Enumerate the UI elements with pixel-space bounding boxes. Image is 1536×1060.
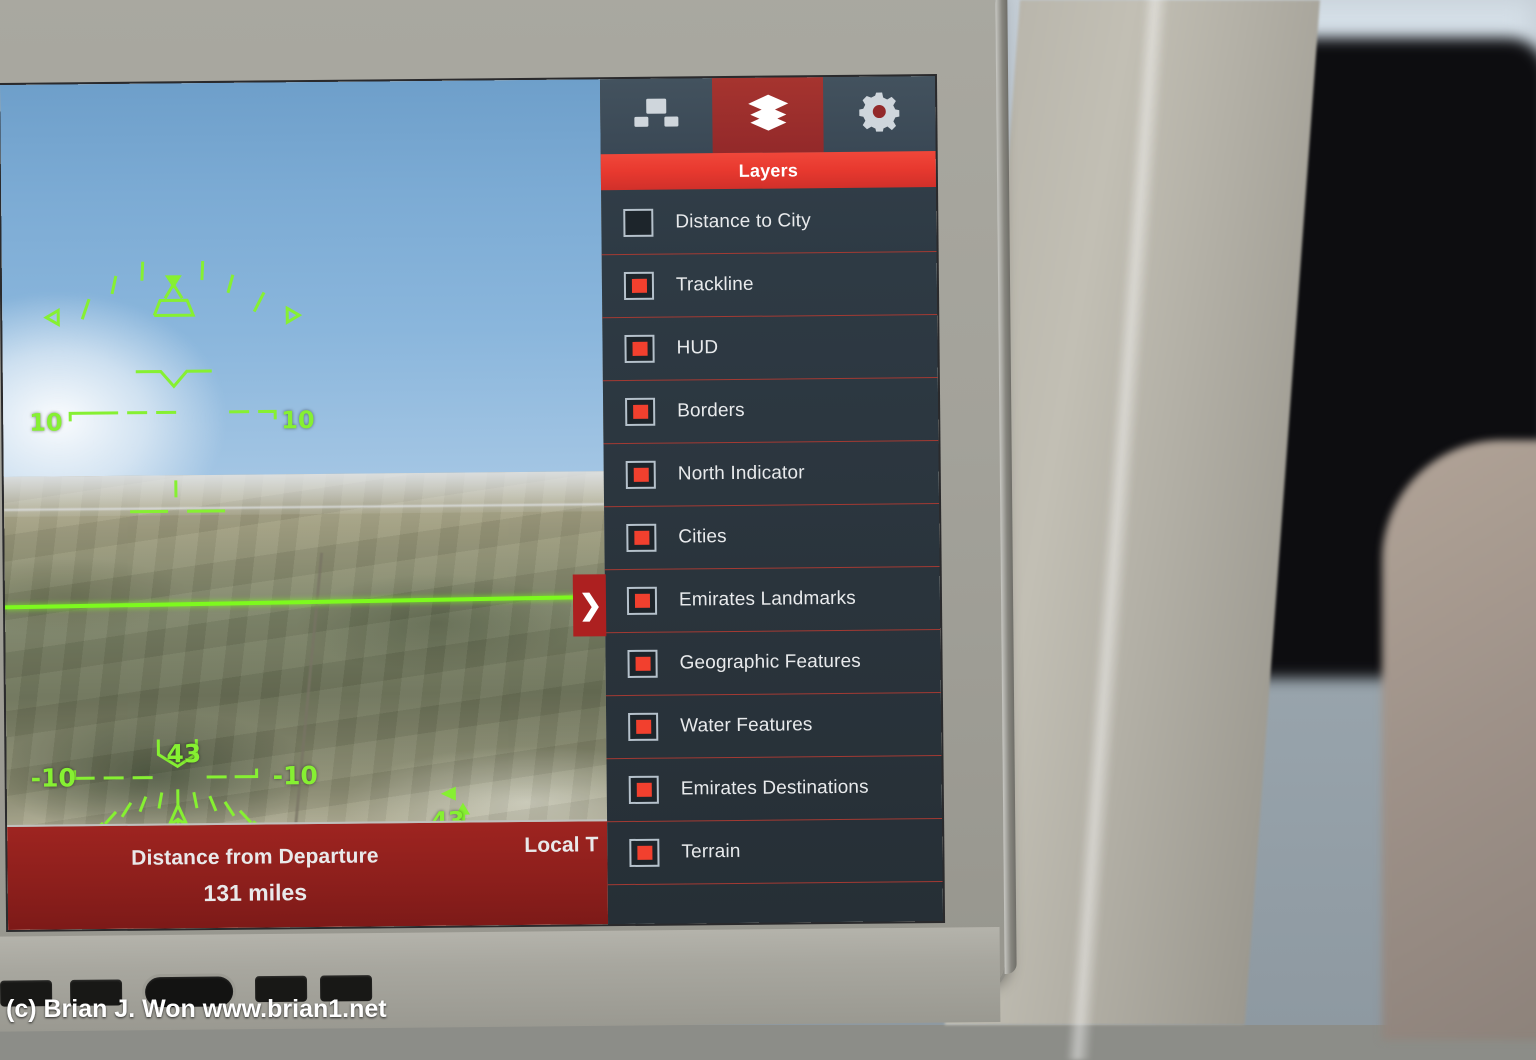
layer-label: Emirates Destinations (681, 777, 869, 801)
layer-checkbox[interactable] (624, 335, 654, 363)
layer-row[interactable]: Distance to City (601, 189, 937, 255)
layer-row[interactable]: Terrain (607, 819, 943, 885)
layer-row[interactable]: Geographic Features (605, 630, 941, 696)
layer-label: North Indicator (678, 462, 805, 485)
layer-checkbox[interactable] (628, 713, 658, 741)
panel-collapse-button[interactable]: ❯ (573, 574, 607, 636)
local-time-label: Local T (524, 833, 598, 858)
screens-icon (633, 95, 679, 136)
panel-title: Layers (601, 151, 936, 190)
flight-info-bar: Distance from Departure 131 miles Local … (7, 819, 608, 930)
layers-button[interactable] (712, 77, 824, 153)
layer-checkbox[interactable] (624, 272, 654, 300)
layer-checkbox[interactable] (625, 398, 655, 426)
distance-from-departure-block: Distance from Departure 131 miles (7, 822, 503, 930)
layer-row[interactable]: Emirates Landmarks (605, 567, 941, 633)
layers-panel[interactable]: Layers Distance to City Trackline HUD Borde… (600, 76, 943, 924)
layer-checkbox[interactable] (626, 461, 656, 489)
layer-label: Terrain (681, 841, 740, 864)
local-time-block: Local T (502, 821, 608, 925)
ife-screen[interactable]: 10 10 -10 -10 43 43 N 3 6 E 12 15 30 33 … (0, 76, 943, 930)
layer-row[interactable]: Borders (603, 378, 939, 444)
photo-watermark: (c) Brian J. Won www.brian1.net (6, 995, 387, 1024)
layer-row[interactable]: North Indicator (603, 441, 939, 507)
layer-checkbox[interactable] (627, 587, 657, 615)
layer-checkbox[interactable] (626, 524, 656, 552)
layer-label: Borders (677, 400, 745, 423)
moving-map-view[interactable]: 10 10 -10 -10 43 43 N 3 6 E 12 15 30 33 … (0, 79, 608, 930)
layers-stack-icon (747, 93, 789, 136)
layer-row[interactable]: Cities (604, 504, 940, 570)
layer-label: Water Features (680, 714, 813, 737)
panel-toolbar (600, 76, 936, 154)
layer-checkbox[interactable] (627, 650, 657, 678)
gear-icon (859, 91, 899, 136)
layer-row[interactable]: Emirates Destinations (606, 756, 942, 822)
layers-list: Distance to City Trackline HUD Borders North… (601, 187, 943, 924)
view-mode-button[interactable] (600, 78, 712, 154)
seat-fabric (1382, 440, 1536, 1040)
layer-label: Trackline (676, 274, 754, 297)
layer-checkbox[interactable] (623, 209, 653, 237)
layer-label: HUD (676, 337, 718, 359)
layer-label: Distance to City (675, 210, 811, 233)
layer-checkbox[interactable] (629, 776, 659, 804)
layer-label: Geographic Features (679, 651, 861, 675)
horizon-haze (4, 471, 604, 517)
layer-row[interactable]: HUD (602, 315, 938, 381)
distance-label: Distance from Departure (131, 844, 379, 870)
layer-label: Emirates Landmarks (679, 588, 856, 612)
chevron-right-icon: ❯ (579, 591, 603, 619)
layer-row[interactable]: Trackline (602, 252, 938, 318)
distance-value: 131 miles (203, 879, 307, 907)
layer-label: Cities (678, 526, 727, 548)
layer-row[interactable]: Water Features (606, 693, 942, 759)
settings-button[interactable] (823, 76, 935, 152)
layer-checkbox[interactable] (629, 839, 659, 867)
